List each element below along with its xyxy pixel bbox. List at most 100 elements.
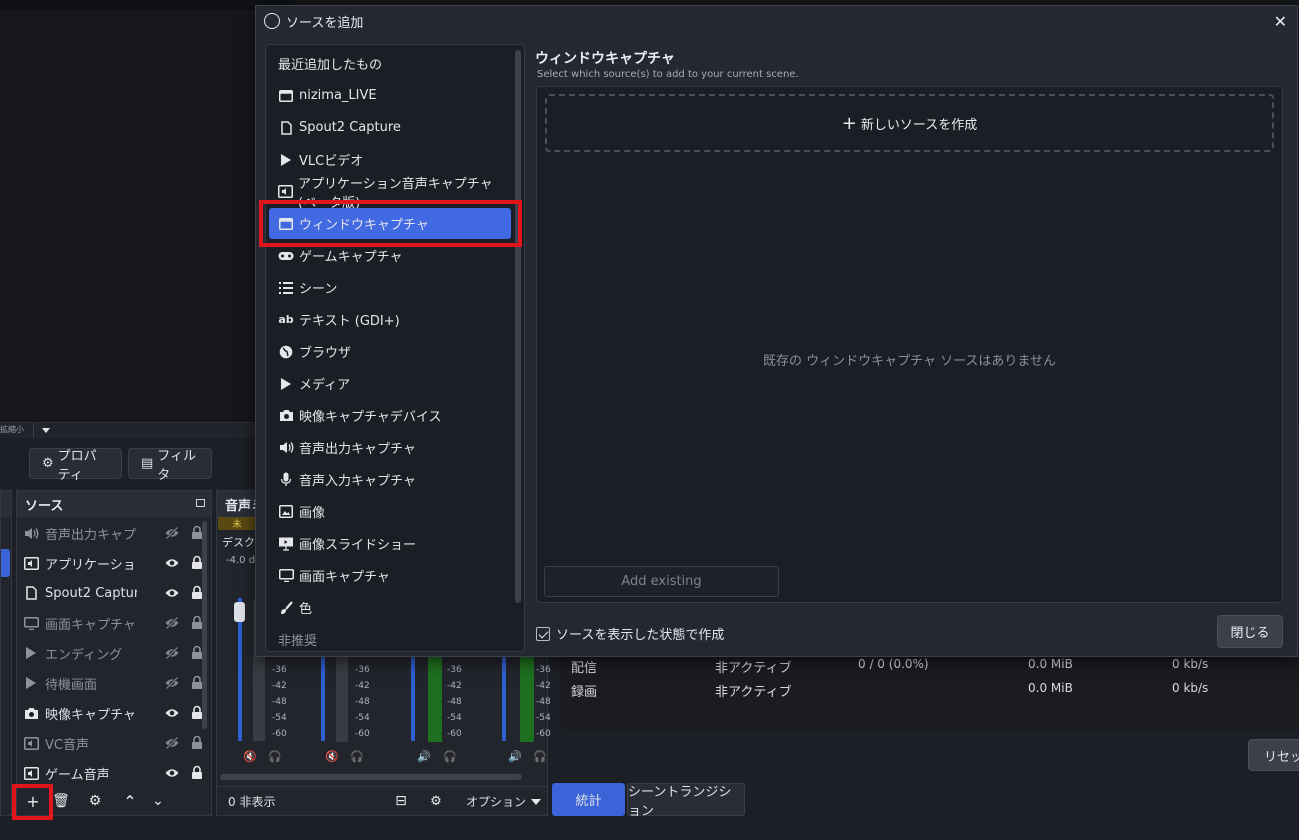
source-name: VC音声 [45,737,89,753]
move-up-button[interactable]: ⌃ [117,789,143,813]
list-item-label: メディア [299,378,351,393]
add-existing-button[interactable]: Add existing [544,566,779,597]
eye-slash-icon[interactable] [165,646,179,660]
eye-icon[interactable] [165,706,179,720]
list-item-label: ブラウザ [299,346,352,361]
list-item[interactable]: nizima_LIVE [269,80,511,111]
zoom-dropdown[interactable] [33,423,57,438]
eye-slash-icon[interactable] [165,616,179,630]
source-name: 映像キャプチャデバ [45,707,137,723]
list-item-label: 音声出力キャプチャ [299,442,416,457]
headphone-icon[interactable]: 🎧 [443,750,457,763]
lock-icon[interactable] [191,585,203,600]
list-item-label: 音声入力キャプチャ [299,474,416,489]
list-item[interactable]: 音声入力キャプチャ [269,464,511,495]
eye-slash-icon[interactable] [165,526,179,540]
list-item[interactable]: 音声出力キャプチャ [269,432,511,463]
app-audio-icon [278,184,293,200]
eye-slash-icon[interactable] [165,736,179,750]
list-item[interactable]: メディア [269,368,511,399]
source-item[interactable]: Spout2 Capture [22,578,212,608]
list-item[interactable]: ab テキスト (GDI+) [269,304,511,335]
lock-icon[interactable] [191,525,203,540]
lock-icon[interactable] [191,705,203,720]
source-properties-button[interactable]: ⚙ [82,789,108,813]
eye-icon[interactable] [165,766,179,780]
source-item[interactable]: 画面キャプチャ [22,608,212,638]
source-item[interactable]: VC音声 [22,728,212,758]
volume-slider-track-3[interactable] [411,655,415,741]
stats-dropped: 0 / 0 (0.0%) [858,657,929,671]
options-label: オプション [466,795,527,809]
options-dropdown[interactable]: オプション [466,793,542,810]
source-item[interactable]: エンディング [22,638,212,668]
reset-button[interactable]: リセッ [1248,739,1299,771]
source-item[interactable]: 映像キャプチャデバ [22,698,212,728]
lock-icon[interactable] [191,645,203,660]
speaker-icon[interactable]: 🔊 [417,750,431,763]
source-item[interactable]: アプリケーション音声 [22,548,212,578]
lock-icon[interactable] [191,735,203,750]
list-item[interactable]: 画面キャプチャ [269,560,511,591]
app-audio-icon [22,765,40,781]
tab-scene-transitions[interactable]: シーントランジション [627,783,745,819]
list-item[interactable]: 色 [269,592,511,623]
headphone-icon[interactable]: 🎧 [268,750,282,763]
list-item[interactable]: Spout2 Capture [269,112,511,143]
play-icon [22,675,40,691]
list-item[interactable]: 映像キャプチャデバイス [269,400,511,431]
headphone-icon[interactable]: 🎧 [533,750,547,763]
lock-icon[interactable] [191,615,203,630]
list-item: 最近追加したもの [269,48,511,79]
float-icon[interactable] [196,499,205,507]
lock-icon[interactable] [191,675,203,690]
speaker-icon[interactable]: 🔊 [508,750,522,763]
lock-icon[interactable] [191,555,203,570]
meter-scale-label: -36 [272,665,287,675]
stats-size: 0.0 MiB [1028,681,1073,695]
list-item[interactable]: VLCビデオ [269,144,511,175]
list-item[interactable]: シーン [269,272,511,303]
source-item[interactable]: 音声出力キャプチ [22,518,212,548]
headphone-icon[interactable]: 🎧 [350,750,364,763]
speaker-icon [278,440,294,456]
list-scrollbar[interactable] [515,50,521,603]
new-source-button[interactable]: + 新しいソースを作成 [545,94,1274,152]
lock-icon[interactable] [191,765,203,780]
mixer-scrollbar[interactable] [220,774,522,780]
source-type-subheading: Select which source(s) to add to your cu… [537,69,799,80]
layout-toggle-button[interactable]: ⊟ [388,789,414,813]
audio-meter-2 [336,654,348,742]
list-item-label: 画面キャプチャ [299,570,390,585]
muted-speaker-icon[interactable]: 🔇 [243,750,257,763]
monitor-icon [22,615,40,631]
source-item[interactable]: 待機画面 [22,668,212,698]
volume-slider-track-4[interactable] [502,655,506,741]
eye-icon[interactable] [165,586,179,600]
properties-button[interactable]: ⚙ プロパティ [29,448,122,483]
list-item-label: VLCビデオ [299,154,364,169]
eye-slash-icon[interactable] [165,676,179,690]
filters-button[interactable]: ▤ フィルタ [128,448,212,483]
volume-slider-handle[interactable] [234,602,245,622]
close-button[interactable]: 閉じる [1217,615,1283,648]
source-name: 待機画面 [45,677,98,693]
tab-stats[interactable]: 統計 [552,783,625,816]
advanced-audio-button[interactable]: ⚙ [423,789,449,813]
move-down-button[interactable]: ⌄ [145,789,171,813]
visible-checkbox[interactable] [536,626,550,641]
speaker-icon [22,525,40,541]
list-item[interactable]: ブラウザ [269,336,511,367]
muted-speaker-icon[interactable]: 🔇 [325,750,339,763]
meter-scale-label: -48 [355,697,370,707]
list-item[interactable]: 画像 [269,496,511,527]
scene-selected[interactable] [1,549,10,577]
visible-checkbox-row[interactable]: ソースを表示した状態で作成 [536,624,724,643]
meter-scale-label: -42 [355,681,370,691]
volume-slider-track-2[interactable] [321,655,325,741]
list-item-label: 画像 [299,506,326,521]
close-icon[interactable]: ✕ [1274,12,1287,31]
list-item[interactable]: 非推奨 [269,624,511,651]
eye-icon[interactable] [165,556,179,570]
list-item[interactable]: 画像スライドショー [269,528,511,559]
